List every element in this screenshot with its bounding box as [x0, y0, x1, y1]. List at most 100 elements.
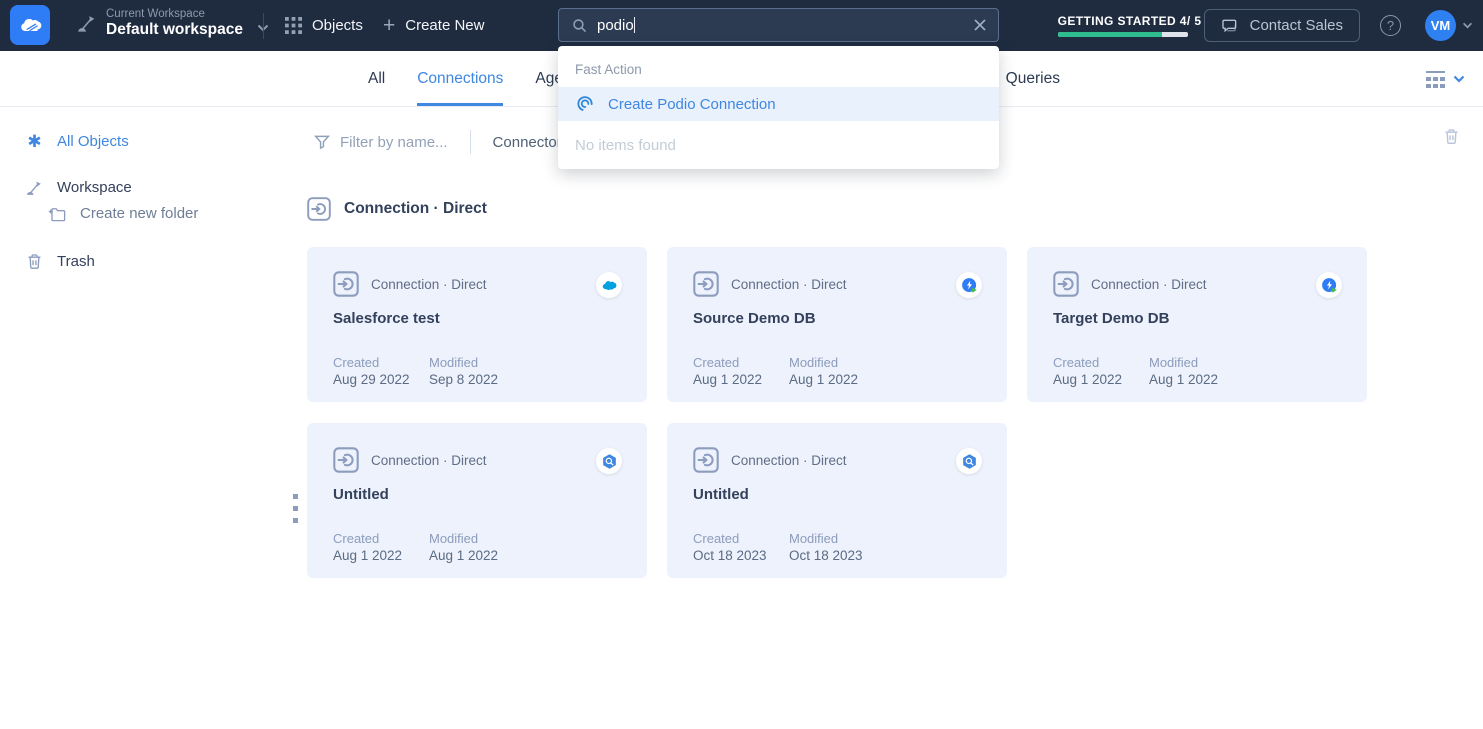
demo-db-icon — [1320, 276, 1339, 295]
workspace-flag-icon — [76, 12, 98, 34]
created-label: Created — [333, 355, 429, 370]
help-icon[interactable]: ? — [1380, 15, 1401, 36]
modified-value: Oct 18 2023 — [789, 548, 885, 563]
card-title: Salesforce test — [333, 310, 440, 327]
sidebar-item-workspace[interactable]: Workspace — [0, 176, 307, 198]
help-glyph: ? — [1387, 18, 1394, 33]
sidebar-item-trash[interactable]: Trash — [0, 250, 307, 272]
nav-create-new-button[interactable]: + Create New — [383, 0, 484, 51]
filter-funnel-icon[interactable] — [313, 133, 331, 151]
modified-label: Modified — [789, 355, 885, 370]
sidebar-item-label: Workspace — [57, 179, 132, 196]
nav-objects-button[interactable]: Objects — [285, 0, 363, 51]
card-title: Target Demo DB — [1053, 310, 1169, 327]
card-meta: Created Aug 1 2022 Modified Aug 1 2022 — [1053, 355, 1245, 387]
connection-card[interactable]: Connection · Direct Source Demo DB Creat… — [667, 247, 1007, 402]
filter-by-name-input[interactable]: Filter by name... — [340, 134, 448, 151]
connection-type-icon — [1053, 271, 1079, 297]
created-label: Created — [693, 531, 789, 546]
tab-queries[interactable]: Queries — [1006, 51, 1060, 106]
delete-drop-trash-icon[interactable] — [1442, 126, 1461, 147]
getting-started-widget[interactable]: GETTING STARTED 4/ 5 — [1058, 14, 1188, 37]
app-page: Current Workspace Default workspace Obje… — [0, 0, 1483, 729]
modified-column: Modified Sep 8 2022 — [429, 355, 525, 387]
asterisk-icon: ✱ — [27, 133, 41, 150]
tab-connections[interactable]: Connections — [417, 51, 503, 106]
created-value: Aug 1 2022 — [333, 548, 429, 563]
view-mode-icon — [1425, 70, 1446, 89]
card-meta: Created Oct 18 2023 Modified Oct 18 2023 — [693, 531, 885, 563]
search-icon — [571, 17, 588, 34]
text-caret — [634, 17, 635, 33]
demo-db-icon — [960, 276, 979, 295]
card-type-label: Connection · Direct — [731, 277, 847, 292]
left-sidebar: ✱ All Objects Workspace Create new folde… — [0, 108, 307, 272]
connection-card[interactable]: Connection · Direct Salesforce test Crea… — [307, 247, 647, 402]
connection-card[interactable]: Connection · Direct Target Demo DB Creat… — [1027, 247, 1367, 402]
getting-started-label: GETTING STARTED 4/ 5 — [1058, 14, 1188, 28]
created-column: Created Aug 29 2022 — [333, 355, 429, 387]
sidebar-item-label: All Objects — [57, 133, 129, 150]
modified-label: Modified — [429, 355, 525, 370]
sidebar-item-create-new-folder[interactable]: Create new folder — [0, 202, 307, 224]
modified-value: Aug 1 2022 — [1149, 372, 1245, 387]
trash-icon — [25, 252, 44, 271]
modified-column: Modified Oct 18 2023 — [789, 531, 885, 563]
clear-search-icon[interactable] — [974, 19, 986, 31]
card-type-row: Connection · Direct — [333, 271, 487, 297]
card-title: Untitled — [333, 486, 389, 503]
folder-plus-icon — [48, 204, 67, 223]
workspace-selector[interactable]: Current Workspace Default workspace — [76, 7, 269, 39]
created-label: Created — [693, 355, 789, 370]
modified-value: Aug 1 2022 — [429, 548, 525, 563]
navbar-right-cluster: GETTING STARTED 4/ 5 Contact Sales ? VM — [1058, 0, 1473, 51]
getting-started-progress-fill — [1058, 32, 1162, 37]
fast-action-section-label: Fast Action — [558, 62, 999, 87]
card-type-label: Connection · Direct — [731, 453, 847, 468]
global-search-input[interactable]: podio — [558, 8, 999, 42]
modified-value: Aug 1 2022 — [789, 372, 885, 387]
tab-all[interactable]: All — [368, 51, 385, 106]
modified-column: Modified Aug 1 2022 — [789, 355, 885, 387]
create-podio-connection-item[interactable]: Create Podio Connection — [558, 87, 999, 121]
card-meta: Created Aug 1 2022 Modified Aug 1 2022 — [333, 531, 525, 563]
connection-type-icon — [333, 271, 359, 297]
card-type-label: Connection · Direct — [371, 277, 487, 292]
view-mode-chevron-icon — [1453, 75, 1465, 83]
podio-icon — [575, 94, 595, 114]
created-label: Created — [333, 531, 429, 546]
connection-card[interactable]: Connection · Direct Untitled Created Aug… — [307, 423, 647, 578]
created-column: Created Aug 1 2022 — [1053, 355, 1149, 387]
card-type-row: Connection · Direct — [333, 447, 487, 473]
modified-label: Modified — [1149, 355, 1245, 370]
card-meta: Created Aug 1 2022 Modified Aug 1 2022 — [693, 355, 885, 387]
salesforce-icon — [600, 276, 619, 295]
avatar-chevron-down-icon[interactable] — [1462, 22, 1473, 29]
workspace-eyebrow: Current Workspace — [106, 7, 243, 21]
connector-filter-label: Connector — [493, 134, 562, 151]
contact-sales-label: Contact Sales — [1250, 17, 1343, 34]
chat-bubble-icon — [1221, 16, 1240, 35]
created-label: Created — [1053, 355, 1149, 370]
sidebar-item-all-objects[interactable]: ✱ All Objects — [0, 130, 307, 152]
card-type-row: Connection · Direct — [1053, 271, 1207, 297]
sidebar-resize-handle[interactable] — [293, 494, 298, 523]
user-avatar[interactable]: VM — [1425, 10, 1456, 41]
sidebar-item-label: Trash — [57, 253, 95, 270]
card-type-label: Connection · Direct — [371, 453, 487, 468]
view-mode-switcher[interactable] — [1425, 51, 1465, 107]
getting-started-progress-track — [1058, 32, 1188, 37]
created-column: Created Oct 18 2023 — [693, 531, 789, 563]
bigquery-icon — [956, 448, 982, 474]
search-query-text: podio — [597, 17, 634, 34]
card-meta: Created Aug 29 2022 Modified Sep 8 2022 — [333, 355, 525, 387]
connection-card[interactable]: Connection · Direct Untitled Created Oct… — [667, 423, 1007, 578]
cloud-logo-icon — [17, 12, 43, 38]
salesforce-icon — [596, 272, 622, 298]
app-logo[interactable] — [10, 5, 50, 45]
modified-value: Sep 8 2022 — [429, 372, 525, 387]
filter-divider — [470, 130, 471, 154]
connection-type-icon — [333, 447, 359, 473]
plus-icon: + — [383, 17, 395, 34]
contact-sales-button[interactable]: Contact Sales — [1204, 9, 1360, 42]
